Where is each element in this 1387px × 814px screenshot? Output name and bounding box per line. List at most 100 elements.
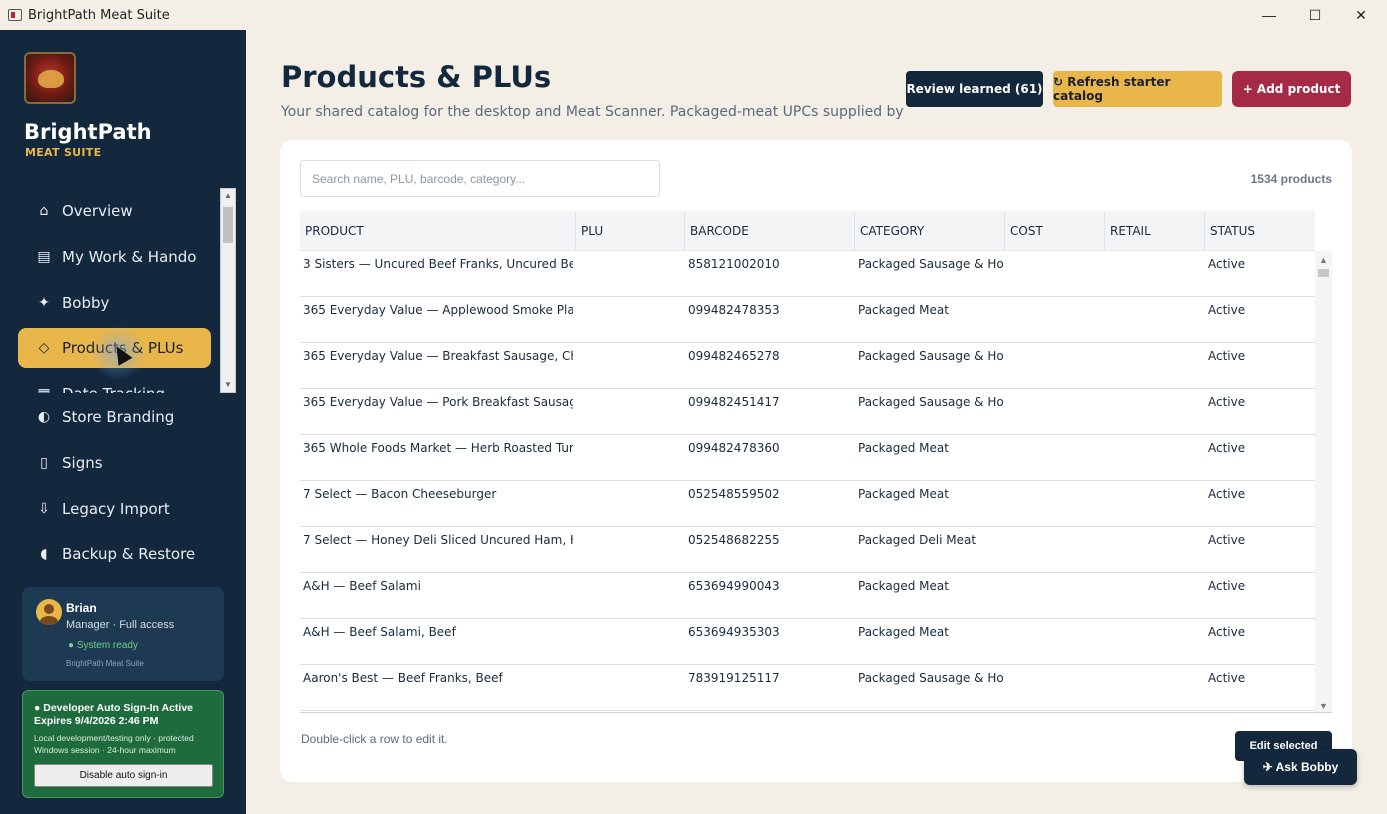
cell-status: Active (1208, 349, 1246, 363)
table-row[interactable]: 3 Sisters — Uncured Beef Franks, Uncured… (300, 251, 1315, 297)
table-header: PRODUCT PLU BARCODE CATEGORY COST RETAIL… (300, 211, 1315, 251)
scroll-up-icon[interactable]: ▲ (1315, 255, 1332, 267)
sidebar-item-label: Backup & Restore (62, 545, 196, 563)
calendar-icon: ▦ (36, 386, 52, 393)
sidebar-item-signs[interactable]: ▯ Signs (18, 443, 211, 483)
sidebar-item-label: Signs (62, 454, 103, 472)
cell-barcode: 858121002010 (688, 257, 780, 271)
shield-icon: ◖ (40, 546, 48, 562)
cell-product: A&H — Beef Salami, Beef (303, 625, 456, 639)
refresh-catalog-button[interactable]: ↻ Refresh starter catalog (1053, 71, 1222, 107)
developer-signin-card: ● Developer Auto Sign-In Active Expires … (22, 690, 224, 798)
column-header-category[interactable]: CATEGORY (855, 211, 1005, 251)
cell-barcode: 052548682255 (688, 533, 780, 547)
scroll-up-icon[interactable]: ▲ (221, 189, 235, 203)
cell-status: Active (1208, 395, 1246, 409)
page-title: Products & PLUs (281, 60, 552, 94)
cell-status: Active (1208, 625, 1246, 639)
cell-product: 3 Sisters — Uncured Beef Franks, Uncured… (303, 257, 573, 271)
cell-product: 365 Everyday Value — Breakfast Sausage, … (303, 349, 573, 363)
cell-barcode: 783919125117 (688, 671, 780, 685)
sidebar-item-store-branding[interactable]: ◐ Store Branding (18, 397, 211, 437)
column-header-barcode[interactable]: BARCODE (685, 211, 855, 251)
sidebar-item-legacy-import[interactable]: ⇩ Legacy Import (18, 489, 211, 529)
table-row[interactable]: 365 Everyday Value — Breakfast Sausage, … (300, 343, 1315, 389)
cell-barcode: 099482465278 (688, 349, 780, 363)
cell-category: Packaged Sausage & Hot (858, 395, 1004, 409)
cell-status: Active (1208, 257, 1246, 271)
column-header-cost[interactable]: COST (1005, 211, 1105, 251)
cell-product: 365 Everyday Value — Applewood Smoke Pla… (303, 303, 573, 317)
cell-status: Active (1208, 487, 1246, 501)
table-row[interactable]: 365 Whole Foods Market — Herb Roasted Tu… (300, 435, 1315, 481)
products-table: PRODUCT PLU BARCODE CATEGORY COST RETAIL… (300, 211, 1332, 713)
cell-barcode: 052548559502 (688, 487, 780, 501)
system-status: ● System ready (68, 640, 138, 651)
review-learned-button[interactable]: Review learned (61) (906, 71, 1043, 107)
cell-product: 7 Select — Bacon Cheeseburger (303, 487, 497, 501)
sidebar-item-my-work[interactable]: ▤ My Work & Handoff (18, 237, 211, 277)
sidebar-item-label: Legacy Import (62, 500, 170, 518)
cell-category: Packaged Meat (858, 303, 949, 317)
page-subtitle: Your shared catalog for the desktop and … (281, 104, 907, 120)
cell-category: Packaged Meat (858, 579, 949, 593)
search-input[interactable]: Search name, PLU, barcode, category... (300, 160, 660, 197)
sidebar-scrollbar[interactable]: ▲ ▼ (220, 188, 236, 393)
brand-name: BrightPath (24, 120, 152, 144)
user-card: Brian Manager · Full access ● System rea… (22, 587, 224, 681)
dev-signin-title: ● Developer Auto Sign-In Active Expires … (34, 702, 194, 727)
window-title: BrightPath Meat Suite (28, 7, 170, 23)
cell-barcode: 099482478353 (688, 303, 780, 317)
cell-status: Active (1208, 579, 1246, 593)
maximize-button[interactable]: ☐ (1292, 0, 1338, 30)
table-row[interactable]: Aaron's Best — Beef Franks, Beef 78391912… (300, 665, 1315, 711)
cell-product: 7 Select — Honey Deli Sliced Uncured Ham… (303, 533, 573, 547)
scrollbar-thumb[interactable] (1318, 269, 1329, 277)
cell-product: 365 Everyday Value — Pork Breakfast Saus… (303, 395, 573, 409)
avatar (36, 599, 62, 625)
cell-product: A&H — Beef Salami (303, 579, 421, 593)
disable-auto-signin-button[interactable]: Disable auto sign-in (34, 764, 213, 787)
table-row[interactable]: 7 Select — Honey Deli Sliced Uncured Ham… (300, 527, 1315, 573)
cell-product: Aaron's Best — Beef Franks, Beef (303, 671, 503, 685)
sign-icon: ▯ (40, 455, 48, 471)
sidebar-item-label: Date Tracking (62, 385, 165, 393)
cell-barcode: 653694990043 (688, 579, 780, 593)
sidebar-item-bobby[interactable]: ✦ Bobby (18, 283, 211, 323)
clipboard-icon: ▤ (37, 249, 51, 265)
cell-product: 365 Whole Foods Market — Herb Roasted Tu… (303, 441, 573, 455)
table-scrollbar[interactable]: ▲ ▼ (1315, 251, 1332, 712)
scroll-down-icon[interactable]: ▼ (1315, 701, 1332, 712)
table-row[interactable]: 7 Select — Bacon Cheeseburger 05254855950… (300, 481, 1315, 527)
import-icon: ⇩ (38, 501, 50, 517)
table-row[interactable]: A&H — Beef Salami, Beef 653694935303 Packa… (300, 619, 1315, 665)
cell-status: Active (1208, 533, 1246, 547)
cell-status: Active (1208, 441, 1246, 455)
product-count: 1534 products (1250, 172, 1332, 186)
close-button[interactable]: ✕ (1338, 0, 1384, 30)
column-header-plu[interactable]: PLU (576, 211, 685, 251)
column-header-retail[interactable]: RETAIL (1105, 211, 1205, 251)
ask-bobby-button[interactable]: ✈ Ask Bobby (1244, 749, 1357, 785)
scrollbar-thumb[interactable] (223, 207, 233, 243)
cell-barcode: 099482478360 (688, 441, 780, 455)
brand-subtitle: MEAT SUITE (25, 146, 102, 159)
user-name: Brian (66, 601, 97, 615)
app-logo (24, 52, 76, 104)
sidebar-item-backup-restore[interactable]: ◖ Backup & Restore (18, 534, 211, 574)
column-header-product[interactable]: PRODUCT (300, 211, 576, 251)
sidebar-item-label: Bobby (62, 294, 110, 312)
table-row[interactable]: 365 Everyday Value — Pork Breakfast Saus… (300, 389, 1315, 435)
minimize-button[interactable]: — (1246, 0, 1292, 30)
scroll-down-icon[interactable]: ▼ (221, 378, 235, 392)
table-row[interactable]: A&H — Beef Salami 653694990043 Packaged Me… (300, 573, 1315, 619)
sidebar-item-label: Overview (62, 202, 133, 220)
sidebar-item-overview[interactable]: ⌂ Overview (18, 191, 211, 231)
add-product-button[interactable]: + Add product (1232, 71, 1351, 107)
cell-status: Active (1208, 303, 1246, 317)
column-header-status[interactable]: STATUS (1205, 211, 1315, 251)
sparkle-icon: ✦ (38, 295, 50, 311)
tag-icon: ◇ (38, 340, 50, 356)
table-row[interactable]: 365 Everyday Value — Applewood Smoke Pla… (300, 297, 1315, 343)
app-icon (8, 9, 22, 21)
